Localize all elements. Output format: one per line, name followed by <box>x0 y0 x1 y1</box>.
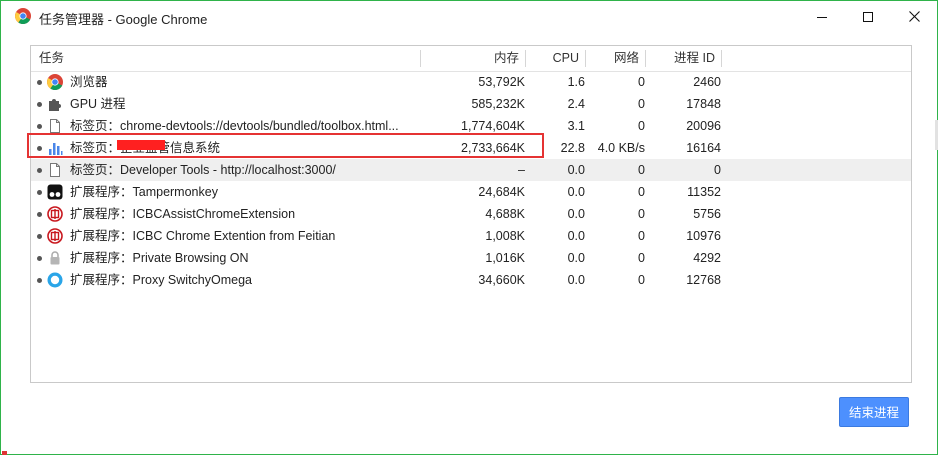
icbc-icon <box>47 206 63 222</box>
pid-value: 16164 <box>686 141 721 155</box>
memory-value: – <box>518 163 525 177</box>
chrome-icon <box>15 8 31 24</box>
network-value: 0 <box>638 163 645 177</box>
table-row[interactable]: GPU 进程 585,232K 2.4 0 17848 <box>31 93 911 115</box>
memory-value: 24,684K <box>478 185 525 199</box>
icbc-icon <box>47 228 63 244</box>
maximize-button[interactable] <box>845 1 891 32</box>
cpu-value: 0.0 <box>567 163 585 177</box>
puzzle-icon <box>49 99 61 111</box>
cpu-value: 0.0 <box>567 229 585 243</box>
task-title: 浏览器 <box>70 75 108 89</box>
header-cpu[interactable]: CPU <box>525 46 579 71</box>
minimize-icon <box>817 16 827 18</box>
pid-value: 12768 <box>686 273 721 287</box>
header-memory[interactable]: 内存 <box>421 46 519 71</box>
table-row[interactable]: 扩展程序：Proxy SwitchyOmega 34,660K 0.0 0 12… <box>31 269 911 291</box>
task-manager-window: 任务管理器 - Google Chrome 任务 内存 CPU 网络 进程 ID <box>0 0 938 455</box>
pid-value: 17848 <box>686 97 721 111</box>
task-table: 任务 内存 CPU 网络 进程 ID 浏览器 53,792K 1.6 0 246… <box>30 45 912 383</box>
row-bullet <box>37 124 42 129</box>
tampermonkey-icon <box>47 184 63 200</box>
annotation-highlight-box <box>27 133 544 158</box>
memory-value: 585,232K <box>471 97 525 111</box>
cpu-value: 0.0 <box>567 273 585 287</box>
minimize-button[interactable] <box>799 1 845 32</box>
task-title: 扩展程序：Proxy SwitchyOmega <box>70 273 252 287</box>
row-bullet <box>37 234 42 239</box>
cpu-value: 2.4 <box>567 97 585 111</box>
close-icon <box>908 11 920 22</box>
cpu-value: 0.0 <box>567 207 585 221</box>
end-process-button[interactable]: 结束进程 <box>839 397 909 427</box>
network-value: 0 <box>638 273 645 287</box>
pid-value: 5756 <box>693 207 721 221</box>
memory-value: 53,792K <box>478 75 525 89</box>
pid-value: 11352 <box>687 185 721 199</box>
switchyomega-icon <box>47 272 63 288</box>
row-bullet <box>37 256 42 261</box>
title-bar[interactable]: 任务管理器 - Google Chrome <box>1 1 937 32</box>
network-value: 0 <box>638 251 645 265</box>
cpu-value: 0.0 <box>567 251 585 265</box>
row-bullet <box>37 278 42 283</box>
page-icon <box>50 119 60 133</box>
header-pid[interactable]: 进程 ID <box>645 46 715 71</box>
page-icon <box>50 163 60 177</box>
maximize-icon <box>863 11 873 22</box>
network-value: 0 <box>638 97 645 111</box>
pid-value: 0 <box>714 163 721 177</box>
task-title: 扩展程序：Private Browsing ON <box>70 251 249 265</box>
task-title: 扩展程序：ICBC Chrome Extention from Feitian <box>70 229 336 243</box>
cpu-value: 0.0 <box>567 185 585 199</box>
cpu-value: 1.6 <box>567 75 585 89</box>
memory-value: 4,688K <box>485 207 525 221</box>
lock-icon <box>50 251 60 265</box>
memory-value: 1,016K <box>485 251 525 265</box>
network-value: 0 <box>638 229 645 243</box>
network-value: 0 <box>638 185 645 199</box>
row-bullet <box>37 102 42 107</box>
row-bullet <box>37 80 42 85</box>
pid-value: 10976 <box>686 229 721 243</box>
network-value: 4.0 KB/s <box>597 141 645 155</box>
table-row[interactable]: 浏览器 53,792K 1.6 0 2460 <box>31 71 911 93</box>
memory-value: 34,660K <box>478 273 525 287</box>
background-mark <box>2 451 7 455</box>
row-bullet <box>37 190 42 195</box>
table-row[interactable]: 标签页：Developer Tools - http://localhost:3… <box>31 159 911 181</box>
table-row[interactable]: 扩展程序：ICBCAssistChromeExtension 4,688K 0.… <box>31 203 911 225</box>
task-title: 标签页：Developer Tools - http://localhost:3… <box>70 163 336 177</box>
table-row[interactable]: 扩展程序：Private Browsing ON 1,016K 0.0 0 42… <box>31 247 911 269</box>
pid-value: 20096 <box>686 119 721 133</box>
pid-value: 2460 <box>693 75 721 89</box>
column-divider[interactable] <box>721 50 722 67</box>
task-title: 扩展程序：ICBCAssistChromeExtension <box>70 207 296 221</box>
task-title: 扩展程序：Tampermonkey <box>70 185 218 199</box>
table-row[interactable]: 扩展程序：ICBC Chrome Extention from Feitian … <box>31 225 911 247</box>
memory-value: 1,008K <box>485 229 525 243</box>
network-value: 0 <box>638 207 645 221</box>
table-header: 任务 内存 CPU 网络 进程 ID <box>31 46 911 72</box>
close-button[interactable] <box>891 1 937 32</box>
chrome-icon <box>47 74 63 90</box>
task-title: GPU 进程 <box>70 97 126 111</box>
header-task[interactable]: 任务 <box>39 46 64 71</box>
window-title: 任务管理器 - Google Chrome <box>39 12 208 27</box>
row-bullet <box>37 168 42 173</box>
header-network[interactable]: 网络 <box>585 46 639 71</box>
network-value: 0 <box>638 75 645 89</box>
pid-value: 4292 <box>693 251 721 265</box>
row-bullet <box>37 212 42 217</box>
network-value: 0 <box>638 119 645 133</box>
table-row[interactable]: 扩展程序：Tampermonkey 24,684K 0.0 0 11352 <box>31 181 911 203</box>
